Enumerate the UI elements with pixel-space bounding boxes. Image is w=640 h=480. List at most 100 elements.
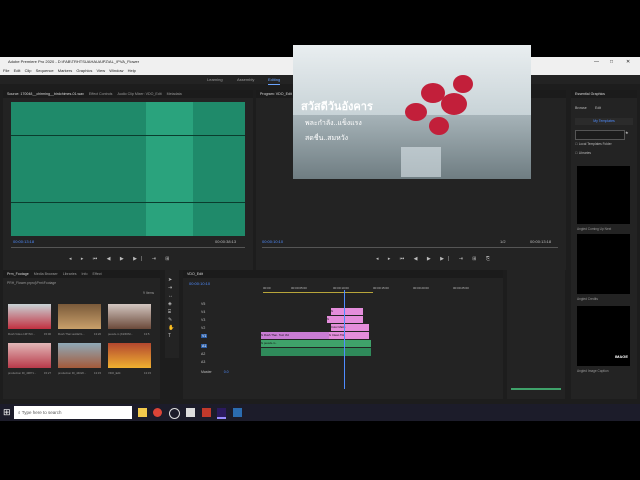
menu-markers[interactable]: Markers bbox=[58, 68, 72, 73]
tab-effect[interactable]: Effect bbox=[93, 272, 102, 276]
ruler-tick: 00:00 bbox=[263, 286, 271, 290]
bin-item-duration: 15:27 bbox=[44, 371, 51, 375]
bin-item-name: VDO_Edit bbox=[108, 371, 121, 375]
eg-template-thumb[interactable] bbox=[577, 166, 630, 224]
ruler-tick: 00:00:05:00 bbox=[291, 286, 307, 290]
notepad-icon[interactable] bbox=[186, 408, 195, 417]
ruler-tick: 00:00:10:00 bbox=[333, 286, 349, 290]
track-header-v1[interactable]: V1 bbox=[183, 332, 261, 340]
minimize-button[interactable]: — bbox=[594, 57, 599, 67]
bin-thumbnail[interactable] bbox=[58, 343, 101, 368]
eg-search-input[interactable] bbox=[575, 130, 625, 140]
workspace-assembly[interactable]: Assembly bbox=[237, 75, 254, 84]
file-explorer-icon[interactable] bbox=[138, 408, 147, 417]
menu-window[interactable]: Window bbox=[109, 68, 123, 73]
windows-start-icon[interactable]: ⊞ bbox=[3, 407, 11, 418]
program-video-preview[interactable]: สวัสดีวันอังคาร พละกำลัง..แข็งแรง สดชื่น… bbox=[293, 45, 531, 179]
tool-icons[interactable]: ➤ ⇥ ↔ ◈ ⌸ ✎ ✋ T bbox=[168, 276, 174, 340]
tab-libraries[interactable]: Libraries bbox=[63, 272, 77, 276]
timeline-timecode[interactable]: 00:00:10:10 bbox=[189, 281, 210, 286]
audio-clip[interactable]: fx pexels-m.. bbox=[261, 340, 371, 347]
bin-item-duration: 13:5 bbox=[144, 332, 150, 336]
flower bbox=[429, 117, 449, 135]
close-button[interactable]: ✕ bbox=[626, 57, 630, 67]
tab-metadata[interactable]: Metadata bbox=[167, 92, 182, 96]
star-icon[interactable]: ★ bbox=[625, 130, 629, 135]
menu-graphics[interactable]: Graphics bbox=[76, 68, 92, 73]
bin-thumbnail[interactable] bbox=[8, 343, 51, 368]
audio-clip-waveform[interactable] bbox=[261, 348, 371, 356]
source-time-ruler[interactable] bbox=[11, 247, 245, 248]
program-time-ruler[interactable] bbox=[262, 247, 558, 248]
program-transport-controls[interactable]: ◂ ▸ ⏮ ◀ ▶ ▶| ⇥ ⊞ ⎘ bbox=[376, 256, 494, 262]
source-transport-controls[interactable]: ◂ ▸ ⏮ ◀ ▶ ▶| ⇥ ⊞ bbox=[69, 256, 173, 262]
eg-template-name: Angled Credits bbox=[577, 297, 598, 301]
eg-template-thumb[interactable]: IMAGE bbox=[577, 306, 630, 366]
program-fit-select[interactable]: 1/2 bbox=[500, 239, 506, 244]
timeline-clip[interactable]: fx bbox=[327, 316, 363, 323]
eg-local-folder-checkbox[interactable]: ☐ Local Templates Folder bbox=[575, 142, 612, 146]
tab-media-browser[interactable]: Media Browser bbox=[34, 272, 58, 276]
workspace-learning[interactable]: Learning bbox=[207, 75, 223, 84]
menu-view[interactable]: View bbox=[96, 68, 105, 73]
tab-sequence[interactable]: VDO_Edit bbox=[187, 272, 203, 276]
timeline-clip[interactable]: fx bbox=[331, 308, 363, 315]
menu-sequence[interactable]: Sequence bbox=[36, 68, 54, 73]
menu-help[interactable]: Help bbox=[128, 68, 136, 73]
bin-item-duration: 13:15 bbox=[94, 371, 101, 375]
timeline-clip[interactable]: Color Matte bbox=[331, 324, 369, 331]
workspace-editing[interactable]: Editing bbox=[268, 75, 281, 85]
timeline-clip[interactable]: fx Rush Thai.. Text Vid bbox=[261, 332, 329, 339]
project-item-count: 9 Items bbox=[143, 291, 155, 295]
obs-icon[interactable] bbox=[169, 408, 180, 419]
track-header-v4[interactable]: V4 bbox=[183, 308, 261, 316]
premiere-pro-icon[interactable] bbox=[217, 408, 226, 419]
bin-thumbnail[interactable] bbox=[8, 304, 51, 329]
track-header-v5[interactable]: V5 bbox=[183, 300, 261, 308]
track-header-a1[interactable]: A1 bbox=[183, 342, 261, 350]
track-header-a3[interactable]: A3 bbox=[183, 358, 261, 366]
source-timecode[interactable]: 00:00:13:18 bbox=[13, 239, 34, 244]
tab-project[interactable]: Prm_Footage bbox=[7, 272, 29, 276]
tab-source[interactable]: Source: 170048__chirming__birdchimes-01.… bbox=[7, 92, 84, 96]
menu-file[interactable]: File bbox=[3, 68, 9, 73]
app-icon[interactable] bbox=[202, 408, 211, 417]
bin-item-name: production ID_44020... bbox=[58, 371, 87, 375]
project-path: PRH_Flower.prproj\Prm\Footage bbox=[7, 281, 57, 285]
eg-libraries-checkbox[interactable]: ☐ Libraries bbox=[575, 151, 591, 155]
chrome-icon[interactable] bbox=[153, 408, 162, 417]
playhead[interactable] bbox=[344, 290, 345, 389]
waveform-channel-1 bbox=[11, 135, 245, 136]
menu-clip[interactable]: Clip bbox=[25, 68, 32, 73]
maximize-button[interactable]: □ bbox=[610, 57, 613, 67]
track-header-v3[interactable]: V3 bbox=[183, 316, 261, 324]
eg-template-thumb[interactable] bbox=[577, 234, 630, 294]
taskbar-search-box[interactable]: ⌕ Type here to search bbox=[14, 406, 132, 419]
tab-program[interactable]: Program: VDO_Edit bbox=[260, 92, 292, 96]
menu-edit[interactable]: Edit bbox=[14, 68, 21, 73]
ruler-tick: 00:00:25:00 bbox=[453, 286, 469, 290]
eg-tab-browse[interactable]: Browse bbox=[575, 106, 587, 110]
flower bbox=[405, 103, 427, 121]
bin-item-name: Rush Thai xa13aVL... bbox=[58, 332, 85, 336]
project-panel: Prm_Footage Media Browser Libraries Info… bbox=[3, 270, 160, 399]
bin-thumbnail[interactable] bbox=[108, 304, 151, 329]
audio-waveform[interactable] bbox=[11, 102, 245, 236]
work-area-bar[interactable] bbox=[263, 292, 373, 293]
timeline-clip[interactable]: fx Clean Title bbox=[329, 332, 369, 339]
bin-thumbnail[interactable] bbox=[108, 343, 151, 368]
waveform-channel-2 bbox=[11, 202, 245, 203]
eg-tab-edit[interactable]: Edit bbox=[595, 106, 601, 110]
word-icon[interactable] bbox=[233, 408, 242, 417]
tab-audio-clip-mixer[interactable]: Audio Clip Mixer: VDO_Edit bbox=[117, 92, 161, 96]
tab-effect-controls[interactable]: Effect Controls bbox=[89, 92, 113, 96]
track-header-a2[interactable]: A2 bbox=[183, 350, 261, 358]
program-timecode[interactable]: 00:00:10:10 bbox=[262, 239, 283, 244]
windows-taskbar: ⊞ ⌕ Type here to search bbox=[0, 404, 640, 421]
track-header-v2[interactable]: V2 bbox=[183, 324, 261, 332]
eg-my-templates[interactable]: My Templates bbox=[575, 118, 633, 125]
track-header-master[interactable]: Master 0.0 bbox=[183, 368, 261, 376]
bin-thumbnail[interactable] bbox=[58, 304, 101, 329]
tab-info[interactable]: Info bbox=[82, 272, 88, 276]
taskbar-search-placeholder: Type here to search bbox=[21, 410, 62, 415]
